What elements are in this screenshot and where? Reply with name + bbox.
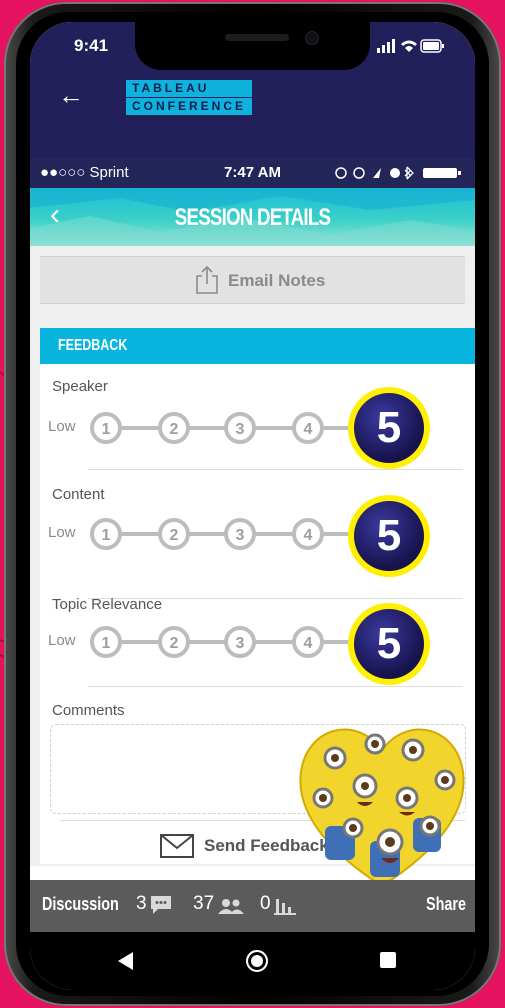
divider xyxy=(88,686,463,687)
rating-option-3: 3 xyxy=(224,518,256,550)
email-notes-label: Email Notes xyxy=(228,271,326,290)
selected-value: 5 xyxy=(354,501,424,571)
page-title: SESSION DETAILS xyxy=(174,204,331,231)
low-label: Low xyxy=(48,632,76,649)
svg-text:2: 2 xyxy=(170,527,179,544)
rating-selected-content[interactable]: 5 xyxy=(348,495,430,577)
rating-option-1: 1 xyxy=(90,518,122,550)
rating-option-4: 4 xyxy=(292,412,324,444)
rating-scale-speaker[interactable]: 1 2 3 4 xyxy=(90,408,360,448)
minions-sticker xyxy=(299,728,465,888)
question-label-content: Content xyxy=(52,486,105,503)
feedback-section-header: FEEDBACK xyxy=(40,328,475,364)
rating-option-1: 1 xyxy=(90,626,122,658)
rating-option-2: 2 xyxy=(158,626,190,658)
selected-value: 5 xyxy=(354,393,424,463)
svg-text:4: 4 xyxy=(304,527,313,544)
rating-option-4: 4 xyxy=(292,626,324,658)
rating-scale-content[interactable]: 1 2 3 4 xyxy=(90,514,360,554)
back-arrow-icon[interactable]: ← xyxy=(58,82,84,108)
logo-line-2: CONFERENCE xyxy=(126,98,253,115)
earpiece xyxy=(225,34,289,41)
device-clock: 9:41 xyxy=(74,36,109,55)
comments-label: Comments xyxy=(52,702,125,719)
front-camera xyxy=(305,31,319,45)
attendee-count[interactable]: 37 xyxy=(193,893,214,915)
rating-option-1: 1 xyxy=(90,412,122,444)
email-notes-button[interactable]: Email Notes xyxy=(40,256,465,304)
session-bottom-bar: Discussion 3 37 0 Share xyxy=(30,880,475,932)
question-label-speaker: Speaker xyxy=(52,378,108,395)
comment-bubble-icon xyxy=(151,896,171,914)
attendees-icon xyxy=(218,899,244,914)
comment-count[interactable]: 3 xyxy=(136,893,147,915)
svg-text:1: 1 xyxy=(102,527,111,544)
low-label: Low xyxy=(48,524,76,541)
status-icons xyxy=(335,166,461,180)
inner-status-bar: ●●○○○ Sprint 7:47 AM xyxy=(30,158,475,188)
rating-option-3: 3 xyxy=(224,412,256,444)
svg-text:4: 4 xyxy=(304,421,313,438)
svg-text:2: 2 xyxy=(170,421,179,438)
android-nav-bar xyxy=(30,932,475,990)
share-icon xyxy=(196,265,218,294)
phone-screen: 9:41 ← TABLEAU CONFERENCE ●●○○○ Sprint 7… xyxy=(30,22,475,990)
tableau-conference-logo: TABLEAU CONFERENCE xyxy=(126,80,253,115)
svg-text:3: 3 xyxy=(236,527,245,544)
question-label-topic-relevance: Topic Relevance xyxy=(52,596,163,613)
low-label: Low xyxy=(48,418,76,435)
rating-selected-speaker[interactable]: 5 xyxy=(348,387,430,469)
envelope-icon xyxy=(160,834,194,858)
session-details-header: ‹ SESSION DETAILS xyxy=(30,188,475,246)
nav-recents-icon[interactable] xyxy=(380,952,396,968)
logo-line-1: TABLEAU xyxy=(126,80,253,97)
rating-selected-topic-relevance[interactable]: 5 xyxy=(348,603,430,685)
svg-text:3: 3 xyxy=(236,421,245,438)
rating-scale-topic-relevance[interactable]: 1 2 3 4 xyxy=(90,622,360,662)
svg-text:3: 3 xyxy=(236,635,245,652)
rating-option-2: 2 xyxy=(158,518,190,550)
svg-text:2: 2 xyxy=(170,635,179,652)
poll-count[interactable]: 0 xyxy=(260,893,271,915)
share-link[interactable]: Share xyxy=(426,894,466,915)
svg-text:4: 4 xyxy=(304,635,313,652)
header-back-icon[interactable]: ‹ xyxy=(50,200,60,230)
rating-option-2: 2 xyxy=(158,412,190,444)
send-feedback-button[interactable]: Send Feedback xyxy=(160,834,329,863)
signal-wifi-battery-icon xyxy=(377,39,444,53)
rating-option-4: 4 xyxy=(292,518,324,550)
svg-text:1: 1 xyxy=(102,421,111,438)
discussion-link[interactable]: Discussion xyxy=(42,894,119,915)
feedback-section-label: FEEDBACK xyxy=(58,337,128,354)
divider xyxy=(88,469,463,470)
rating-option-3: 3 xyxy=(224,626,256,658)
svg-text:1: 1 xyxy=(102,635,111,652)
nav-back-icon[interactable] xyxy=(118,952,133,970)
poll-chart-icon xyxy=(274,899,296,915)
selected-value: 5 xyxy=(354,609,424,679)
nav-home-icon[interactable] xyxy=(246,950,268,972)
phone-notch xyxy=(135,22,370,70)
